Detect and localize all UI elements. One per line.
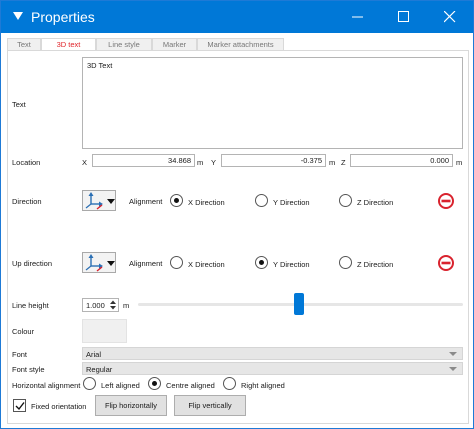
- text-input[interactable]: 3D Text: [82, 57, 463, 149]
- text-label: Text: [12, 100, 26, 109]
- line-height-value: 1.000: [86, 301, 105, 310]
- chevron-down-icon: [449, 352, 457, 356]
- font-select[interactable]: Arial: [82, 347, 463, 360]
- location-label: Location: [12, 158, 41, 167]
- location-z-label: Z: [341, 158, 346, 167]
- align-left-radio[interactable]: [83, 377, 96, 390]
- location-y-label: Y: [211, 158, 217, 167]
- maximize-icon: [398, 11, 409, 22]
- align-centre-label: Centre aligned: [166, 381, 215, 390]
- font-style-select[interactable]: Regular: [82, 362, 463, 375]
- direction-z-label: Z Direction: [357, 198, 394, 207]
- app-icon: [13, 12, 23, 20]
- close-button[interactable]: [427, 1, 473, 33]
- axes-icon: [85, 254, 103, 272]
- minimize-icon: [352, 16, 363, 18]
- font-value: Arial: [86, 350, 102, 359]
- location-x-label: X: [82, 158, 88, 167]
- fixed-orientation-checkbox[interactable]: [13, 399, 26, 412]
- axes-icon: [85, 192, 103, 210]
- checkmark-icon: [15, 402, 25, 411]
- line-height-unit: m: [123, 301, 130, 310]
- flip-vertically-button[interactable]: Flip vertically: [174, 395, 246, 416]
- up-direction-z-label: Z Direction: [357, 260, 394, 269]
- up-direction-y-radio[interactable]: [255, 256, 268, 269]
- direction-y-radio[interactable]: [255, 194, 268, 207]
- align-right-label: Right aligned: [241, 381, 285, 390]
- close-icon: [444, 11, 456, 23]
- location-z-unit: m: [456, 158, 463, 167]
- direction-x-radio[interactable]: [170, 194, 183, 207]
- direction-alignment-label: Alignment: [129, 197, 163, 206]
- up-direction-y-label: Y Direction: [273, 260, 310, 269]
- up-direction-picker-button[interactable]: [82, 252, 116, 273]
- up-direction-alignment-label: Alignment: [129, 259, 163, 268]
- direction-y-label: Y Direction: [273, 198, 310, 207]
- line-height-spinbox[interactable]: 1.000: [82, 298, 119, 312]
- direction-z-radio[interactable]: [339, 194, 352, 207]
- minimize-button[interactable]: [335, 1, 381, 33]
- line-height-slider-handle[interactable]: [294, 293, 304, 315]
- align-right-radio[interactable]: [223, 377, 236, 390]
- align-left-label: Left aligned: [101, 381, 140, 390]
- maximize-button[interactable]: [381, 1, 427, 33]
- font-style-label: Font style: [12, 365, 45, 374]
- properties-window: Properties Text 3D text Line style Marke…: [0, 0, 474, 429]
- direction-x-label: X Direction: [188, 198, 225, 207]
- window-title: Properties: [31, 9, 95, 25]
- fixed-orientation-label: Fixed orientation: [31, 402, 87, 411]
- title-bar[interactable]: Properties: [1, 1, 473, 33]
- flip-horizontally-button[interactable]: Flip horizontally: [95, 395, 167, 416]
- up-direction-x-label: X Direction: [188, 260, 225, 269]
- horizontal-alignment-label: Horizontal alignment: [12, 381, 81, 390]
- remove-up-direction-icon[interactable]: [438, 255, 454, 271]
- up-direction-x-radio[interactable]: [170, 256, 183, 269]
- chevron-down-icon: [107, 199, 115, 204]
- up-direction-z-radio[interactable]: [339, 256, 352, 269]
- location-z-input[interactable]: 0.000: [350, 154, 453, 167]
- colour-label: Colour: [12, 327, 35, 336]
- chevron-down-icon: [449, 367, 457, 371]
- location-y-input[interactable]: -0.375: [221, 154, 326, 167]
- chevron-down-icon: [107, 261, 115, 266]
- location-x-input[interactable]: 34.868: [92, 154, 195, 167]
- direction-picker-button[interactable]: [82, 190, 116, 211]
- line-height-label: Line height: [12, 301, 49, 310]
- location-y-unit: m: [329, 158, 336, 167]
- direction-label: Direction: [12, 197, 42, 206]
- remove-direction-icon[interactable]: [438, 193, 454, 209]
- colour-swatch[interactable]: [82, 319, 127, 343]
- font-style-value: Regular: [86, 365, 113, 374]
- up-direction-label: Up direction: [12, 259, 53, 268]
- spin-arrows-icon[interactable]: [109, 300, 117, 310]
- location-x-unit: m: [197, 158, 204, 167]
- font-label: Font: [12, 350, 28, 359]
- align-centre-radio[interactable]: [148, 377, 161, 390]
